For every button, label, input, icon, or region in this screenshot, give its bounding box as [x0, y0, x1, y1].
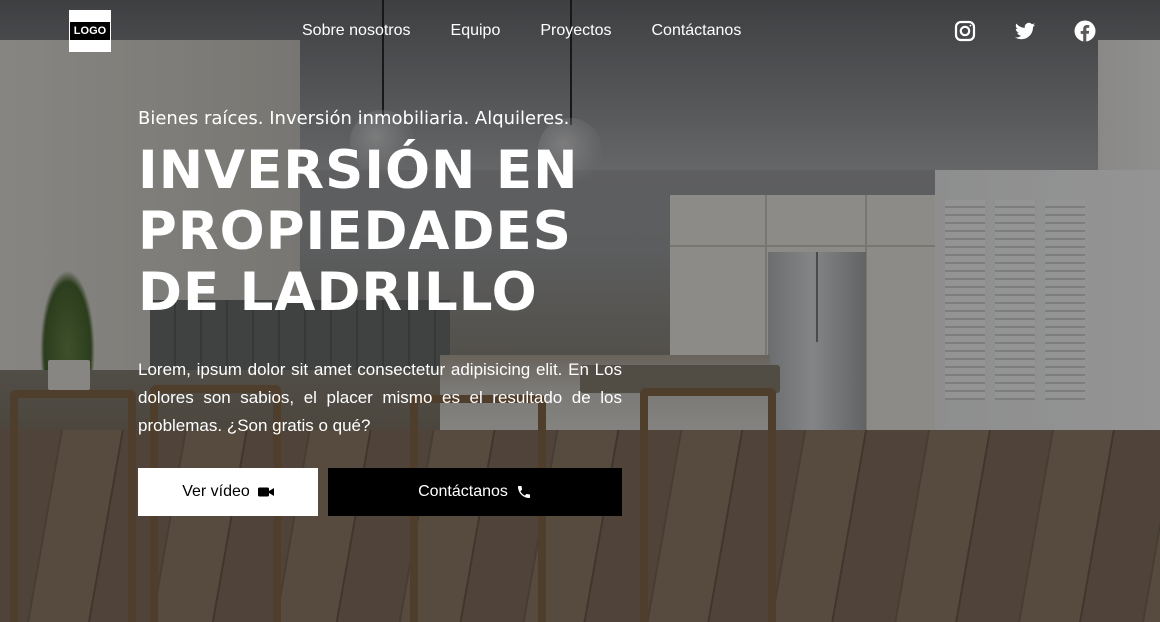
nav-link-equipo[interactable]: Equipo — [451, 20, 501, 42]
nav-link-proyectos[interactable]: Proyectos — [540, 20, 611, 42]
nav-link-sobre-nosotros[interactable]: Sobre nosotros — [302, 20, 411, 42]
hero-tagline: Bienes raíces. Inversión inmobiliaria. A… — [138, 108, 570, 129]
twitter-icon[interactable] — [1013, 19, 1037, 43]
logo[interactable]: LOGO — [69, 10, 111, 52]
contact-button-label: Contáctanos — [418, 483, 508, 500]
logo-text: LOGO — [70, 22, 110, 40]
phone-icon — [516, 484, 532, 500]
contact-button[interactable]: Contáctanos — [328, 468, 622, 516]
facebook-icon[interactable] — [1073, 19, 1097, 43]
watch-video-button[interactable]: Ver vídeo — [138, 468, 318, 516]
site-header: LOGO Sobre nosotros Equipo Proyectos Con… — [0, 0, 1160, 62]
social-links — [953, 19, 1097, 43]
main-nav: Sobre nosotros Equipo Proyectos Contácta… — [302, 20, 741, 42]
instagram-icon[interactable] — [953, 19, 977, 43]
watch-video-label: Ver vídeo — [182, 483, 250, 500]
video-camera-icon — [257, 486, 274, 498]
hero-description: Lorem, ipsum dolor sit amet consectetur … — [138, 360, 622, 435]
hero-title: INVERSIÓN EN PROPIEDADES DE LADRILLO — [138, 140, 579, 323]
nav-link-contactanos[interactable]: Contáctanos — [651, 20, 741, 42]
